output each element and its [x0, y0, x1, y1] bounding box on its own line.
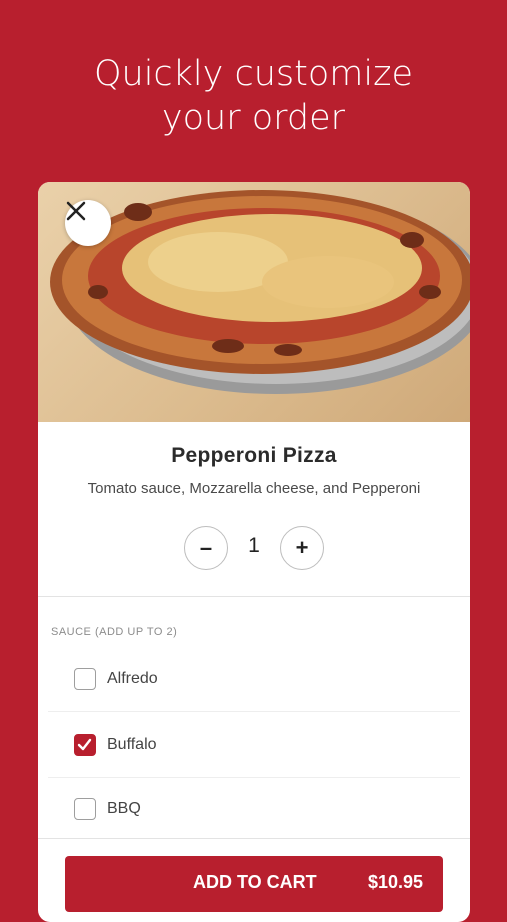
cart-price: $10.95 — [367, 872, 423, 892]
option-label: Buffalo — [107, 736, 157, 753]
close-button[interactable] — [65, 200, 111, 246]
option-divider — [48, 711, 460, 712]
pizza-photo — [38, 182, 470, 422]
sauce-section-label: SAUCE (ADD UP TO 2) — [51, 626, 178, 638]
increase-quantity-button[interactable]: + — [280, 526, 324, 570]
divider — [38, 596, 470, 597]
buffalo-checkbox[interactable] — [74, 734, 96, 756]
add-to-cart-label: ADD TO CART — [193, 872, 317, 892]
divider — [38, 838, 470, 839]
alfredo-checkbox[interactable] — [74, 668, 96, 690]
quantity-stepper: – 1 + — [38, 526, 470, 570]
close-icon — [66, 201, 86, 221]
item-description: Tomato sauce, Mozzarella cheese, and Pep… — [87, 480, 421, 497]
item-customization-card: Pepperoni Pizza Tomato sauce, Mozzarella… — [38, 182, 470, 922]
option-label: BBQ — [107, 800, 141, 817]
bbq-checkbox[interactable] — [74, 798, 96, 820]
headline-line-1: Quickly customize — [93, 54, 414, 94]
quantity-value: 1 — [248, 534, 260, 557]
option-divider — [48, 777, 460, 778]
option-buffalo[interactable]: Buffalo — [38, 716, 470, 776]
decrease-quantity-button[interactable]: – — [184, 526, 228, 570]
item-title: Pepperoni Pizza — [171, 444, 337, 467]
option-bbq[interactable]: BBQ — [38, 780, 470, 840]
option-label: Alfredo — [107, 670, 158, 687]
add-to-cart-button[interactable]: ADD TO CART $10.95 — [65, 856, 443, 912]
option-alfredo[interactable]: Alfredo — [38, 650, 470, 710]
checkmark-icon — [77, 738, 92, 751]
headline: Quickly customize your order — [0, 52, 507, 140]
headline-line-2: your order — [161, 98, 346, 138]
